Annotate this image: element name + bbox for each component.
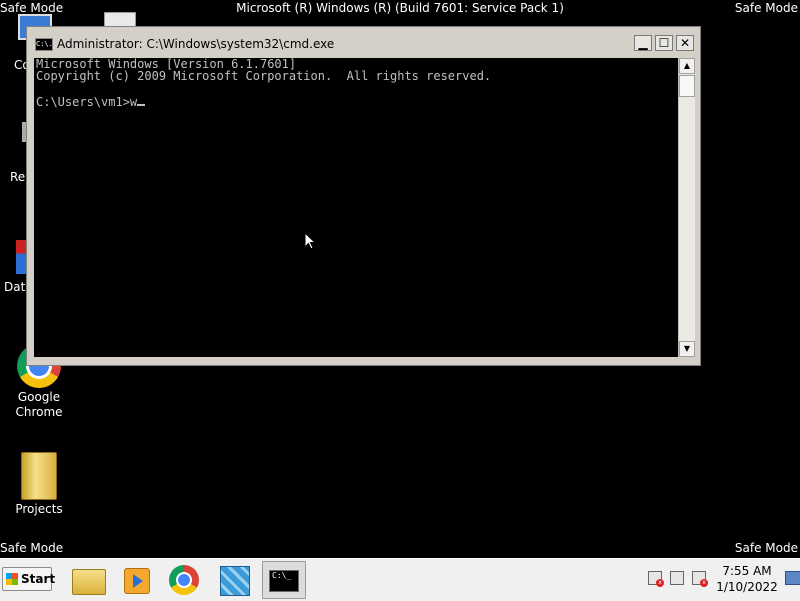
console-prompt-line: C:\Users\vm1>w [36, 94, 676, 108]
window-titlebar[interactable]: C:\. Administrator: C:\Windows\system32\… [31, 33, 696, 55]
console-prompt: C:\Users\vm1>w [36, 95, 138, 109]
scroll-up-button[interactable]: ▲ [679, 58, 695, 74]
taskbar-item-cmd[interactable]: C:\_ [262, 561, 306, 599]
text-cursor [137, 94, 146, 106]
error-badge-icon: x [656, 579, 664, 587]
volume-icon[interactable]: x [692, 571, 708, 587]
window-title: Administrator: C:\Windows\system32\cmd.e… [57, 37, 335, 51]
media-player-icon [124, 568, 150, 594]
taskbar: Start C:\_ x x 7:55 AM 1/10/2022 [0, 558, 800, 601]
windows-explorer-icon [72, 569, 106, 595]
error-badge-icon: x [700, 579, 708, 587]
network-icon[interactable] [670, 571, 684, 585]
taskbar-item-media-player[interactable] [114, 561, 158, 599]
safe-mode-label-bottom-left: Safe Mode [0, 541, 64, 555]
clock[interactable]: 7:55 AM 1/10/2022 [712, 563, 782, 595]
clock-date: 1/10/2022 [716, 580, 778, 594]
safe-mode-label-bottom-right: Safe Mode [734, 541, 798, 555]
taskbar-item-explorer[interactable] [66, 561, 110, 599]
taskbar-item-regedit[interactable] [212, 561, 256, 599]
maximize-button[interactable]: ☐ [655, 35, 673, 51]
mouse-pointer-icon [304, 232, 317, 250]
console-line: Copyright (c) 2009 Microsoft Corporation… [36, 69, 492, 83]
close-button[interactable]: ✕ [676, 35, 694, 51]
show-desktop-button[interactable] [785, 571, 800, 585]
cmd-window-icon[interactable]: C:\. [35, 38, 53, 51]
start-button[interactable]: Start [2, 567, 56, 591]
scroll-down-button[interactable]: ▼ [679, 341, 695, 357]
desktop-icon-google-chrome-label-1: Google [17, 390, 61, 404]
cmd-window[interactable]: C:\. Administrator: C:\Windows\system32\… [26, 26, 701, 366]
scroll-thumb[interactable] [679, 75, 695, 97]
windows-flag-icon [6, 573, 18, 585]
desktop-icon-projects[interactable]: Projects [4, 452, 74, 517]
cmd-icon: C:\_ [269, 570, 299, 592]
console-output[interactable]: Microsoft Windows [Version 6.1.7601] Copy… [34, 58, 678, 357]
regedit-icon [220, 566, 250, 596]
folder-icon [21, 452, 57, 500]
system-tray: x x 7:55 AM 1/10/2022 [640, 559, 800, 601]
chrome-icon [169, 565, 199, 595]
start-label: Start [21, 572, 56, 586]
vertical-scrollbar[interactable]: ▲ ▼ [678, 58, 695, 357]
action-center-icon[interactable]: x [648, 571, 664, 587]
clock-time: 7:55 AM [722, 564, 772, 578]
minimize-button[interactable]: ▁ [634, 35, 652, 51]
taskbar-item-chrome[interactable] [162, 561, 206, 599]
desktop-icon-projects-label: Projects [15, 502, 63, 516]
desktop-icon-recycle-bin-label: Re [10, 170, 26, 184]
desktop-icon-google-chrome-label-2: Chrome [15, 405, 63, 419]
